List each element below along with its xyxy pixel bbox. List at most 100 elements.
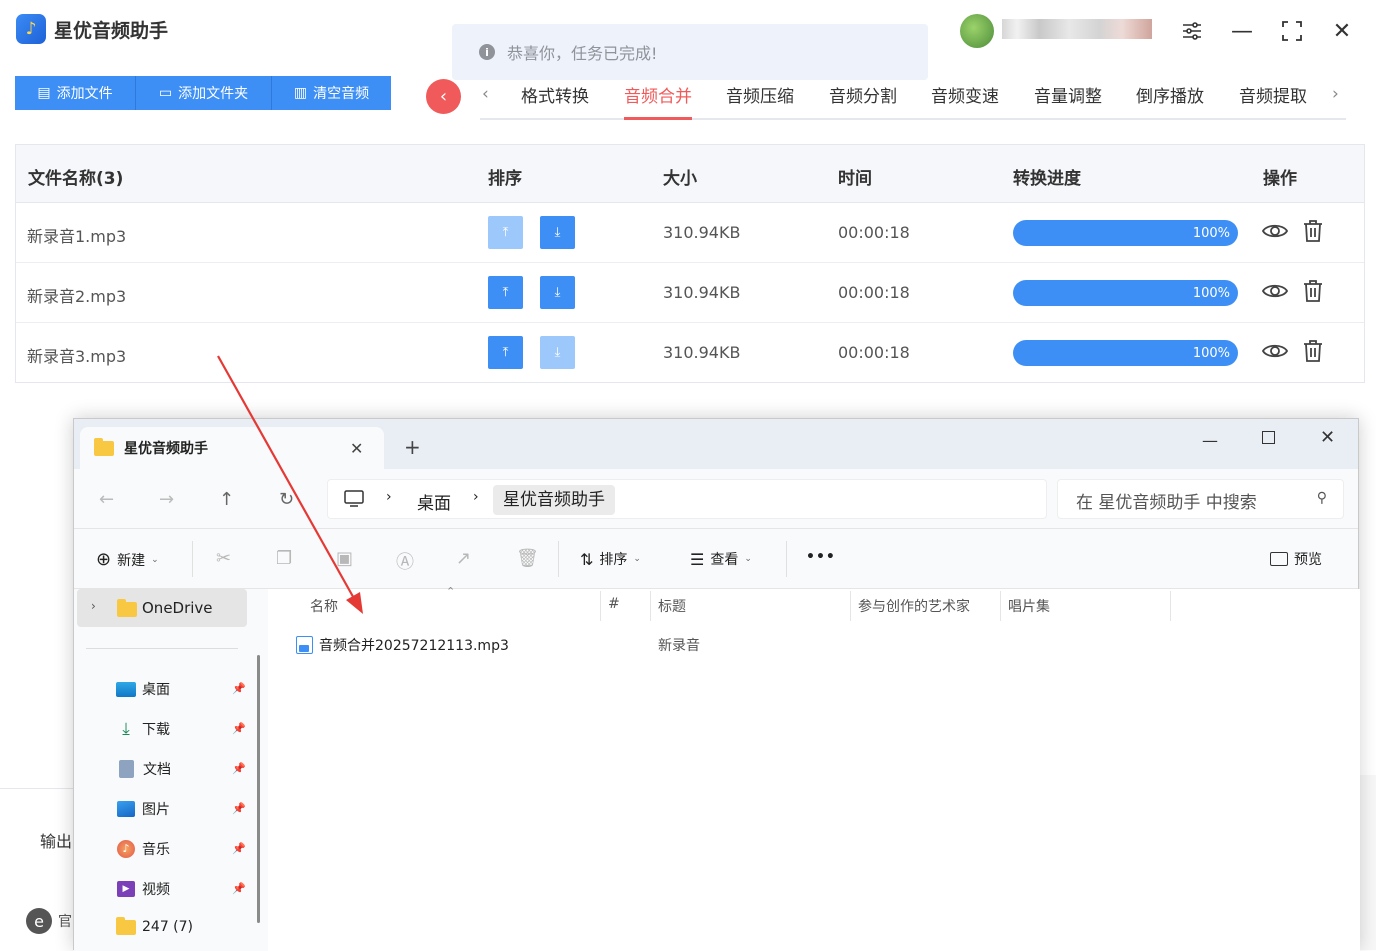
settings-icon[interactable] [1177,16,1207,46]
file-time: 00:00:18 [838,343,910,362]
user-avatar[interactable] [960,14,994,48]
delete-trash-icon[interactable] [1302,279,1324,303]
new-button[interactable]: ⊕ 新建 ⌄ [96,549,159,570]
sidebar-label: 下载 [142,722,170,738]
tab-audio-speed[interactable]: 音频变速 [931,82,999,107]
list-item[interactable]: 音频合并20257212113.mp3 [296,635,509,655]
sidebar-item-pictures[interactable]: 图片 [116,799,170,819]
move-up-button[interactable]: ⤒ [488,336,523,369]
new-tab-icon[interactable]: + [404,435,421,459]
column-separator[interactable] [850,591,851,621]
tab-format-convert[interactable]: 格式转换 [521,82,589,107]
close-icon[interactable]: ✕ [1327,16,1357,46]
address-bar[interactable]: › 桌面 › 星优音频助手 [327,479,1047,519]
tab-volume-adjust[interactable]: 音量调整 [1034,82,1102,107]
tab-reverse-play[interactable]: 倒序播放 [1136,82,1204,107]
tab-audio-compress[interactable]: 音频压缩 [726,82,794,107]
sidebar-item-onedrive[interactable]: › OneDrive [77,589,247,627]
copy-icon[interactable]: ❐ [276,548,292,569]
info-icon: i [479,44,495,60]
col-artist[interactable]: 参与创作的艺术家 [858,596,970,616]
col-time: 时间 [838,169,872,189]
column-separator[interactable] [1170,591,1171,621]
preview-eye-icon[interactable] [1262,221,1288,241]
sidebar-item-desktop[interactable]: 桌面 [116,679,170,699]
pin-icon[interactable]: 📌 [232,802,246,815]
paste-icon[interactable]: ▣ [336,548,353,569]
tabs-prev-icon[interactable]: ‹ [482,84,489,104]
tab-audio-merge[interactable]: 音频合并 [624,82,692,120]
move-up-button[interactable]: ⤒ [488,276,523,309]
sidebar-item-folder-247[interactable]: 247 (7) [116,916,193,935]
explorer-maximize-icon[interactable] [1262,431,1275,444]
breadcrumb-current[interactable]: 星优音频助手 [493,485,615,515]
chevron-down-icon: ⌄ [744,554,752,564]
delete-trash-icon[interactable] [1302,339,1324,363]
add-file-button[interactable]: ▤ 添加文件 [15,76,136,110]
new-label: 新建 [117,552,146,569]
delete-trash-icon[interactable] [1302,219,1324,243]
preview-eye-icon[interactable] [1262,341,1288,361]
clear-audio-button[interactable]: ▥ 清空音频 [272,76,391,110]
pin-icon[interactable]: 📌 [232,842,246,855]
file-table: 文件名称(3) 排序 大小 时间 转换进度 操作 新录音1.mp3 ⤒ ⤓ 31… [15,144,1365,383]
column-separator[interactable] [1000,591,1001,621]
move-up-button[interactable]: ⤒ [488,216,523,249]
back-arrow-icon[interactable]: ← [99,489,114,510]
tab-audio-split[interactable]: 音频分割 [829,82,897,107]
move-down-button[interactable]: ⤓ [540,216,575,249]
pin-icon[interactable]: 📌 [232,722,246,735]
column-separator[interactable] [650,591,651,621]
explorer-toolbar: ⊕ 新建 ⌄ ✂ ❐ ▣ Ⓐ ↗ 🗑 ⇅ 排序 ⌄ ☰ 查看 ⌄ ••• 预览 [74,529,1358,589]
tab-close-icon[interactable]: ✕ [350,439,363,458]
desktop-icon [116,681,136,697]
col-title[interactable]: 标题 [658,596,686,616]
sidebar-scrollbar[interactable] [257,655,260,923]
toolbar-separator [192,541,193,577]
sort-button[interactable]: ⇅ 排序 ⌄ [580,549,641,569]
pin-icon[interactable]: 📌 [232,882,246,895]
rename-icon[interactable]: Ⓐ [396,548,414,574]
explorer-minimize-icon[interactable]: — [1202,431,1218,450]
minimize-icon[interactable]: — [1227,16,1257,46]
official-site-icon[interactable]: e [26,908,52,934]
maximize-icon[interactable] [1277,16,1307,46]
delete-icon[interactable]: 🗑 [516,548,539,569]
preview-eye-icon[interactable] [1262,281,1288,301]
move-down-button[interactable]: ⤓ [540,276,575,309]
preview-button[interactable]: 预览 [1270,549,1322,569]
sidebar-item-videos[interactable]: ▶ 视频 [116,879,170,899]
sidebar-item-music[interactable]: ♪ 音乐 [116,839,170,859]
preview-pane-icon [1270,552,1288,566]
up-arrow-icon[interactable]: ↑ [219,489,234,510]
pin-icon[interactable]: 📌 [232,682,246,695]
sidebar-divider [86,648,238,649]
cut-icon[interactable]: ✂ [216,548,231,569]
column-separator[interactable] [600,591,601,621]
move-down-button[interactable]: ⤓ [540,336,575,369]
official-label[interactable]: 官 [58,911,72,931]
share-icon[interactable]: ↗ [456,548,471,569]
explorer-close-icon[interactable]: ✕ [1320,427,1335,448]
sidebar-item-downloads[interactable]: ⤓ 下载 [116,719,170,739]
tabs-next-icon[interactable]: › [1332,84,1339,104]
refresh-icon[interactable]: ↻ [279,489,294,510]
add-folder-button[interactable]: ▭ 添加文件夹 [136,76,272,110]
table-row: 新录音3.mp3 ⤒ ⤓ 310.94KB 00:00:18 100% [16,323,1364,383]
pin-icon[interactable]: 📌 [232,762,246,775]
col-size: 大小 [663,169,697,189]
tab-audio-extract[interactable]: 音频提取 [1239,82,1307,107]
forward-arrow-icon[interactable]: → [159,489,174,510]
breadcrumb-desktop[interactable]: 桌面 [417,489,451,514]
sidebar-item-documents[interactable]: 文档 [116,759,171,779]
col-name[interactable]: 名称 [310,596,338,616]
explorer-tab[interactable]: 星优音频助手 ✕ [80,427,384,469]
col-album[interactable]: 唱片集 [1008,596,1050,616]
video-icon: ▶ [117,881,135,897]
document-icon [119,760,134,778]
back-circle-button[interactable]: ‹ [426,79,461,114]
view-button[interactable]: ☰ 查看 ⌄ [690,549,752,569]
more-options-button[interactable]: ••• [806,549,836,565]
col-track[interactable]: # [608,596,620,612]
explorer-search-input[interactable]: 在 星优音频助手 中搜索 ⚲ [1057,479,1344,519]
